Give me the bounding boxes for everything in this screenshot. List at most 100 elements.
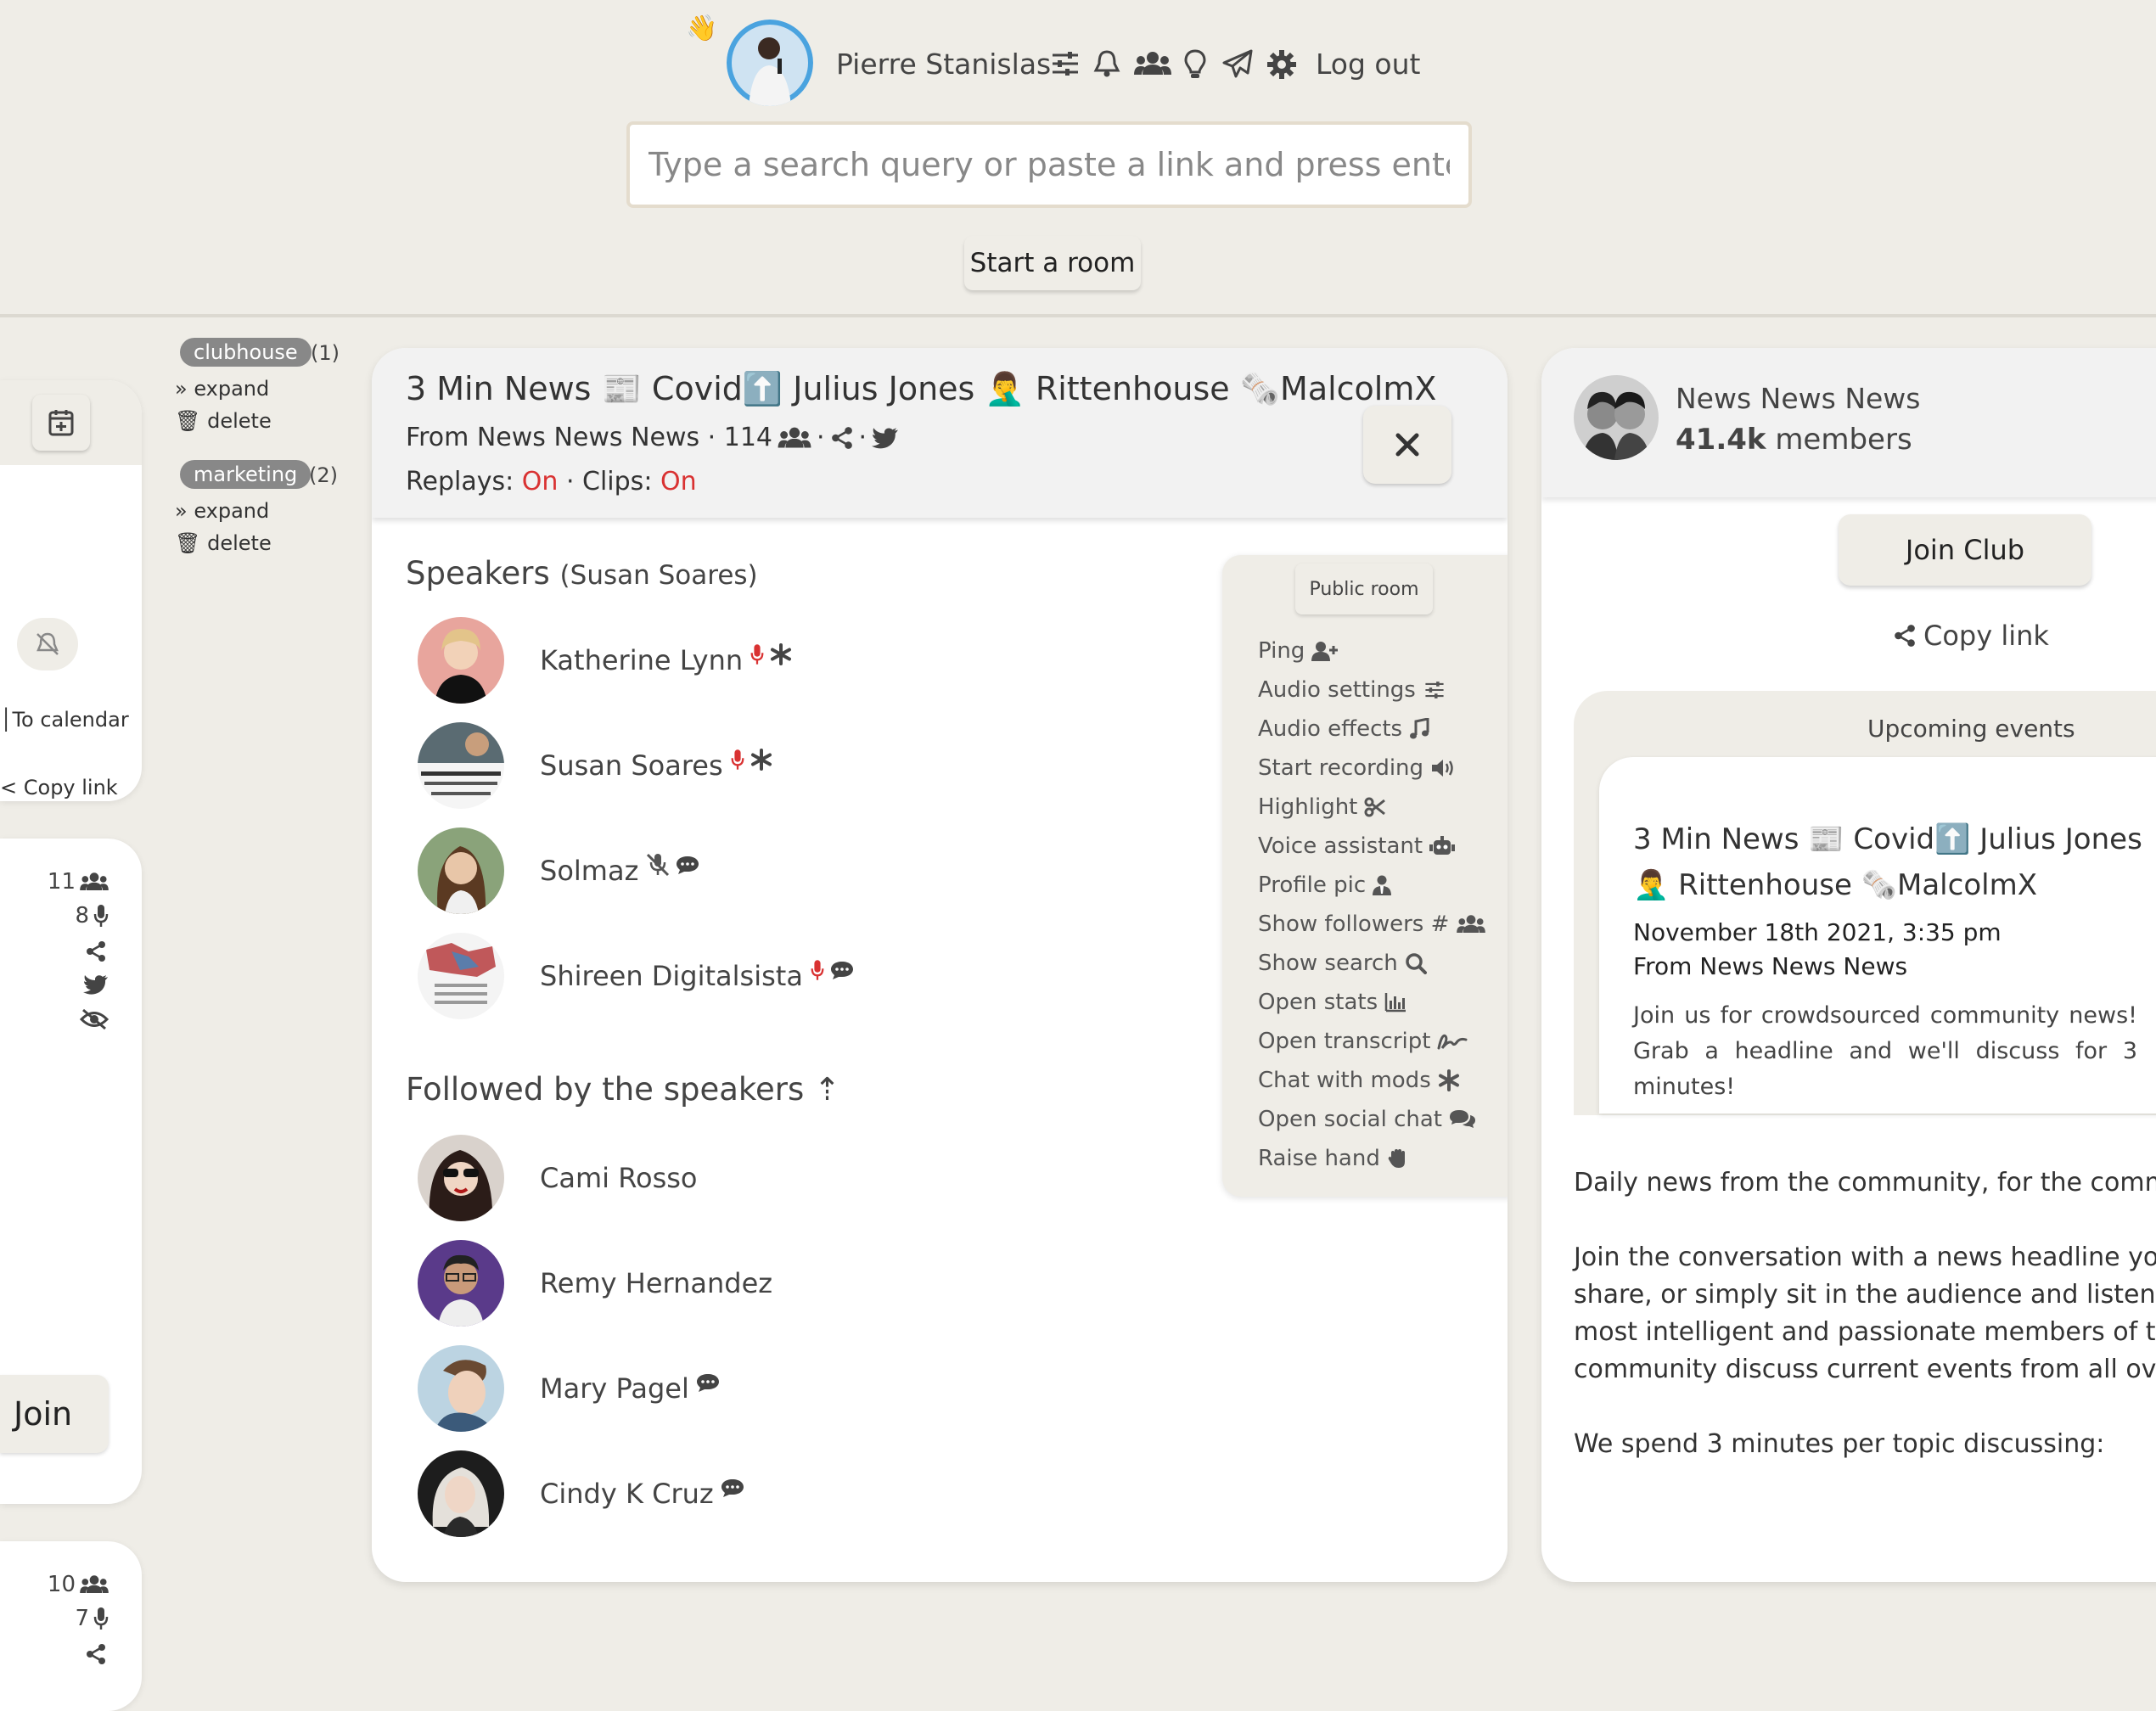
delete-label: delete bbox=[207, 531, 272, 555]
to-calendar-link[interactable]: │To calendar bbox=[0, 708, 129, 732]
speaker-count-value: 7 bbox=[75, 1606, 89, 1631]
speaker-row[interactable]: Solmaz bbox=[418, 827, 699, 915]
menu-item-show-search[interactable]: Show search bbox=[1258, 951, 1427, 976]
copy-link-button[interactable]: Copy link bbox=[1893, 620, 2049, 652]
avatar[interactable] bbox=[418, 1450, 504, 1537]
arrow-up-icon[interactable]: ⇡ bbox=[814, 1071, 840, 1108]
audience-row[interactable]: Cami Rosso bbox=[418, 1134, 697, 1222]
search-input[interactable] bbox=[626, 121, 1472, 208]
menu-item-voice-assistant[interactable]: Voice assistant bbox=[1258, 833, 1456, 859]
share-icon[interactable] bbox=[85, 940, 107, 962]
room-header: 3 Min News 📰 Covid⬆️ Julius Jones 🤦‍♂️ R… bbox=[372, 348, 1508, 518]
start-room-button[interactable]: Start a room bbox=[964, 236, 1141, 290]
avatar[interactable] bbox=[418, 1135, 504, 1221]
menu-item-start-recording[interactable]: Start recording bbox=[1258, 755, 1456, 781]
avatar[interactable] bbox=[418, 617, 504, 704]
speaker-count: 7 bbox=[75, 1606, 109, 1631]
calendar-plus-icon[interactable] bbox=[32, 395, 90, 451]
paper-plane-icon[interactable] bbox=[1222, 49, 1255, 81]
join-club-button[interactable]: Join Club bbox=[1839, 514, 2091, 586]
share-icon[interactable] bbox=[85, 1643, 107, 1665]
microphone-icon bbox=[93, 904, 109, 928]
microphone-icon bbox=[810, 957, 825, 983]
users-icon bbox=[79, 1574, 109, 1596]
tag-delete-link[interactable]: 🗑 delete bbox=[175, 409, 272, 433]
bell-slash-icon[interactable] bbox=[17, 618, 78, 670]
gear-icon[interactable] bbox=[1266, 49, 1299, 81]
chart-icon bbox=[1384, 992, 1406, 1013]
speaker-row[interactable]: Susan Soares bbox=[418, 721, 772, 810]
menu-item-open-transcript[interactable]: Open transcript bbox=[1258, 1029, 1468, 1054]
twitter-icon[interactable] bbox=[872, 427, 899, 449]
public-room-button[interactable]: Public room bbox=[1295, 564, 1433, 614]
tag-chip[interactable]: clubhouse bbox=[180, 338, 312, 367]
menu-label: Profile pic bbox=[1258, 872, 1367, 898]
menu-item-show-followers[interactable]: Show followers # bbox=[1258, 912, 1486, 937]
menu-item-raise-hand[interactable]: Raise hand bbox=[1258, 1146, 1409, 1171]
search-icon bbox=[1405, 952, 1427, 974]
menu-item-chat-with-mods[interactable]: Chat with mods bbox=[1258, 1068, 1460, 1093]
audience-row[interactable]: Remy Hernandez bbox=[418, 1239, 772, 1327]
comment-icon bbox=[721, 1478, 744, 1498]
user-avatar[interactable] bbox=[727, 20, 813, 106]
bell-icon[interactable] bbox=[1093, 49, 1126, 81]
audience-name: Remy Hernandez bbox=[540, 1267, 773, 1299]
club-avatar[interactable] bbox=[1574, 375, 1659, 460]
logout-link[interactable]: Log out bbox=[1316, 48, 1420, 81]
wave-emoji[interactable]: 👋 bbox=[686, 14, 717, 43]
speaker-row[interactable]: Katherine Lynn bbox=[418, 616, 792, 704]
menu-item-profile-pic[interactable]: Profile pic bbox=[1258, 872, 1392, 898]
tag-chip[interactable]: marketing bbox=[180, 460, 312, 489]
room-card-left-3: 10 7 bbox=[0, 1541, 142, 1711]
copy-link-label: Copy link bbox=[23, 776, 118, 799]
user-plus-icon bbox=[1311, 641, 1339, 661]
speaker-name: Solmaz bbox=[540, 855, 639, 887]
twitter-icon[interactable] bbox=[83, 974, 109, 995]
eye-slash-icon[interactable] bbox=[80, 1008, 109, 1030]
share-icon[interactable] bbox=[830, 426, 854, 450]
speaker-count-value: 8 bbox=[75, 903, 89, 928]
avatar[interactable] bbox=[418, 1345, 504, 1432]
audience-row[interactable]: Cindy K Cruz bbox=[418, 1450, 744, 1538]
menu-item-highlight[interactable]: Highlight bbox=[1258, 794, 1386, 820]
sliders-icon[interactable] bbox=[1051, 49, 1083, 81]
avatar[interactable] bbox=[418, 1240, 504, 1327]
close-icon bbox=[1395, 433, 1419, 457]
microphone-icon bbox=[93, 1607, 109, 1630]
menu-label: Chat with mods bbox=[1258, 1068, 1431, 1093]
speaker-row[interactable]: Shireen Digitalsista bbox=[418, 932, 854, 1020]
menu-item-open-social-chat[interactable]: Open social chat bbox=[1258, 1107, 1476, 1132]
lightbulb-icon[interactable] bbox=[1183, 49, 1216, 81]
copy-link-left[interactable]: < Copy link bbox=[0, 776, 118, 799]
avatar[interactable] bbox=[418, 722, 504, 809]
close-room-button[interactable] bbox=[1363, 406, 1451, 484]
users-icon[interactable] bbox=[1134, 49, 1171, 81]
microphone-icon bbox=[750, 642, 765, 667]
menu-item-audio-effects[interactable]: Audio effects bbox=[1258, 716, 1429, 742]
menu-item-ping[interactable]: Ping bbox=[1258, 638, 1339, 664]
tag-expand-link[interactable]: » expand bbox=[175, 499, 269, 523]
trash-icon: 🗑 bbox=[175, 409, 201, 433]
to-calendar-label: To calendar bbox=[12, 708, 129, 732]
avatar[interactable] bbox=[418, 933, 504, 1019]
user-tie-icon bbox=[1373, 875, 1392, 895]
asterisk-icon bbox=[770, 643, 792, 665]
tag-delete-link[interactable]: 🗑 delete bbox=[175, 531, 272, 555]
menu-label: Open transcript bbox=[1258, 1029, 1431, 1054]
audience-name: Cami Rosso bbox=[540, 1162, 698, 1194]
robot-icon bbox=[1429, 836, 1456, 856]
join-label: Join bbox=[14, 1395, 73, 1433]
user-name[interactable]: Pierre Stanislas bbox=[836, 48, 1051, 81]
menu-item-audio-settings[interactable]: Audio settings bbox=[1258, 677, 1446, 703]
menu-item-open-stats[interactable]: Open stats bbox=[1258, 990, 1406, 1015]
event-card[interactable]: 3 Min News 📰 Covid⬆️ Julius Jones 🤦‍♂️ R… bbox=[1599, 757, 2156, 1114]
tag-expand-link[interactable]: » expand bbox=[175, 377, 269, 401]
audience-row[interactable]: Mary Pagel bbox=[418, 1344, 720, 1433]
avatar[interactable] bbox=[418, 827, 504, 914]
speaker-name: Shireen Digitalsista bbox=[540, 960, 803, 992]
club-name[interactable]: News News News bbox=[1676, 382, 1921, 415]
separator-dot: · bbox=[817, 423, 825, 452]
join-room-button[interactable]: Join bbox=[0, 1375, 109, 1453]
room-from-text[interactable]: From News News News · 114 bbox=[406, 423, 772, 452]
hand-icon bbox=[1387, 1147, 1409, 1170]
